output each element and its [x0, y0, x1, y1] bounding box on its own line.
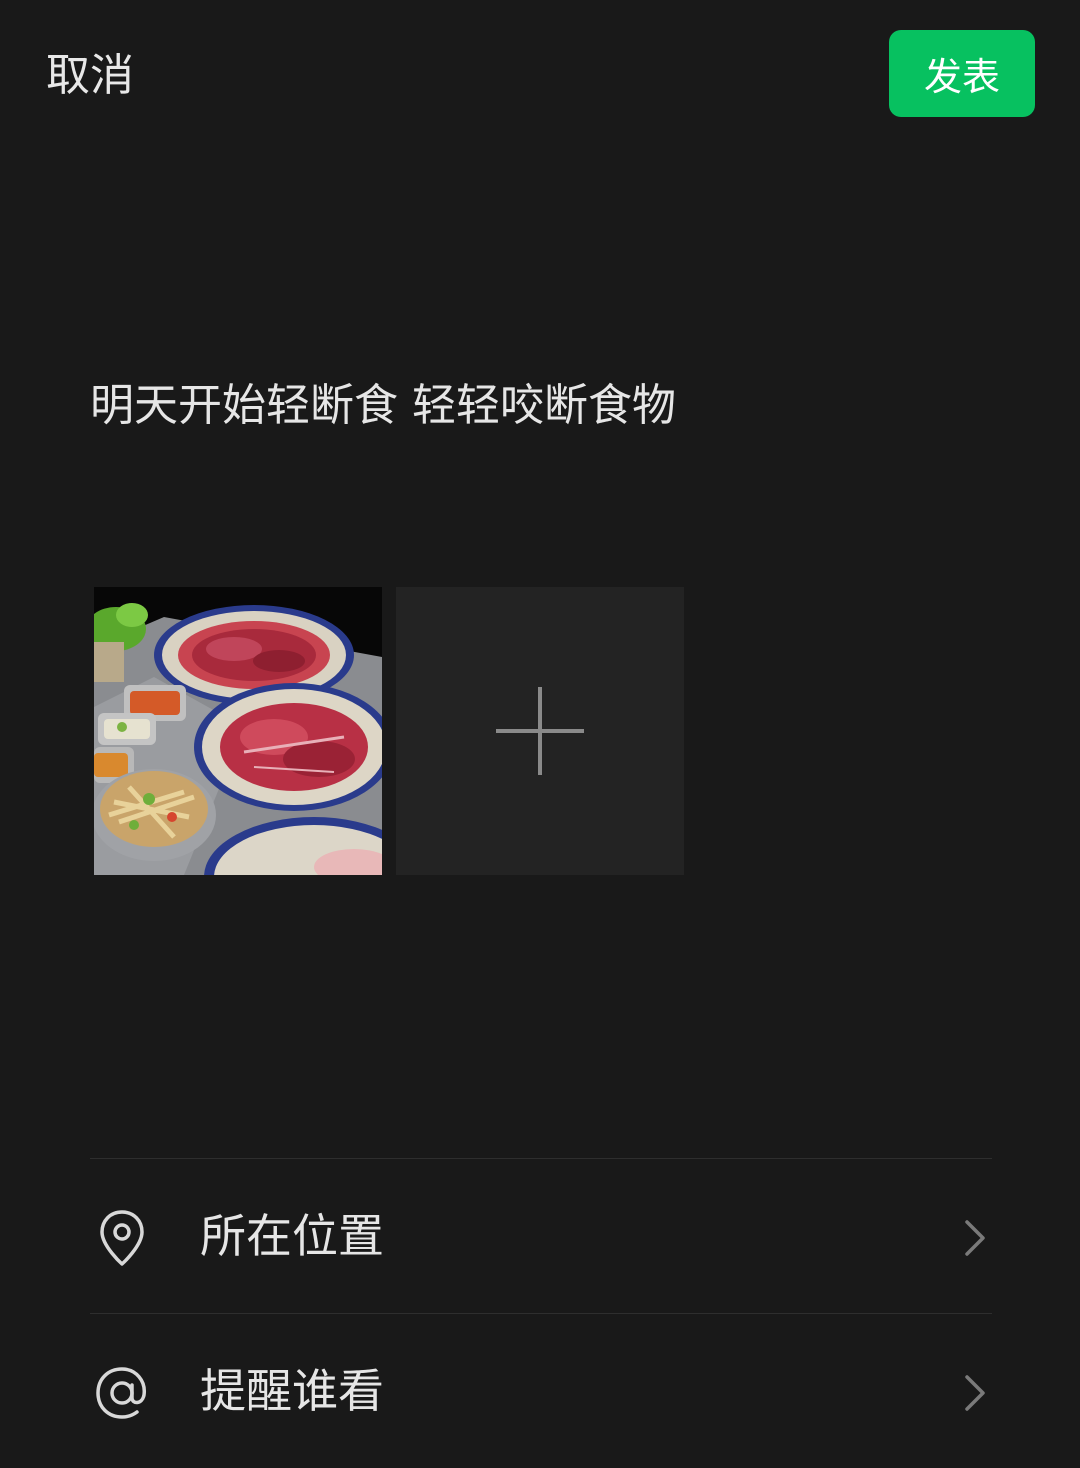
mention-label: 提醒谁看 — [200, 1364, 384, 1418]
add-photo-button[interactable] — [396, 587, 684, 875]
mention-row[interactable]: 提醒谁看 — [90, 1314, 992, 1468]
post-text[interactable]: 明天开始轻断食 轻轻咬断食物 — [90, 376, 676, 436]
attached-photo[interactable] — [94, 587, 382, 875]
at-sign-icon — [96, 1367, 146, 1419]
location-pin-icon — [100, 1210, 144, 1266]
cancel-button[interactable]: 取消 — [46, 46, 134, 106]
location-label: 所在位置 — [200, 1209, 384, 1263]
food-photo — [94, 587, 382, 875]
chevron-right-icon — [965, 1375, 985, 1411]
location-row[interactable]: 所在位置 — [90, 1159, 992, 1313]
plus-icon — [496, 687, 584, 775]
publish-button[interactable]: 发表 — [889, 30, 1035, 117]
chevron-right-icon — [965, 1220, 985, 1256]
